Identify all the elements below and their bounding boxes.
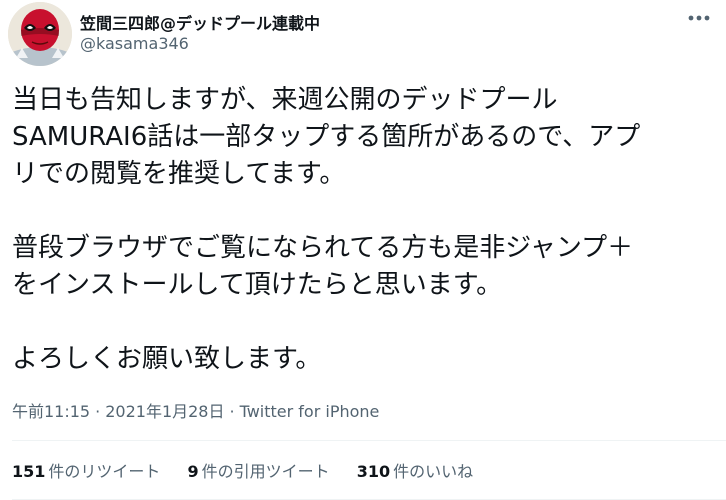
- quotes-count: 9: [187, 462, 199, 481]
- tweet-paragraph: 当日も告知しますが、来週公開のデッドプール SAMURAI6話は一部タップする箇…: [12, 82, 712, 193]
- avatar[interactable]: [8, 2, 72, 66]
- quotes-label: 件の引用ツイート: [201, 462, 330, 481]
- tweet-stats: 151 件のリツイート 9 件の引用ツイート 310 件のいいね: [12, 458, 495, 482]
- tweet-line: SAMURAI6話は一部タップする箇所があるので、アプ: [12, 122, 641, 152]
- divider: [12, 440, 726, 441]
- more-button[interactable]: [682, 6, 716, 30]
- meta-separator: ·: [95, 402, 101, 421]
- tweet-meta: 午前11:15 · 2021年1月28日 · Twitter for iPhone: [12, 398, 379, 422]
- more-horizontal-icon: [688, 15, 710, 21]
- tweet-text: 当日も告知しますが、来週公開のデッドプール SAMURAI6話は一部タップする箇…: [12, 82, 712, 378]
- quotes-stat[interactable]: 9 件の引用ツイート: [188, 458, 330, 482]
- likes-stat[interactable]: 310 件のいいね: [357, 458, 473, 482]
- deadpool-avatar-icon: [8, 2, 72, 66]
- tweet-date: 2021年1月28日: [105, 402, 225, 421]
- tweet-paragraph: よろしくお願い致します。: [12, 341, 712, 378]
- tweet-line: リでの閲覧を推奨してます。: [12, 159, 346, 189]
- tweet-line: 普段ブラウザでご覧になられてる方も是非ジャンプ＋: [12, 233, 634, 263]
- retweets-count: 151: [12, 462, 46, 481]
- tweet-paragraph: 普段ブラウザでご覧になられてる方も是非ジャンプ＋ をインストールして頂けたらと思…: [12, 230, 712, 304]
- meta-separator: ·: [229, 402, 235, 421]
- tweet-timestamp[interactable]: 午前11:15 · 2021年1月28日: [12, 402, 224, 421]
- likes-count: 310: [356, 462, 391, 481]
- author-display-name[interactable]: 笠間三四郎@デッドプール連載中: [80, 10, 320, 34]
- retweets-label: 件のリツイート: [48, 462, 161, 481]
- tweet-line: をインストールして頂けたらと思います。: [12, 270, 503, 300]
- retweets-stat[interactable]: 151 件のリツイート: [12, 458, 160, 482]
- tweet-source[interactable]: Twitter for iPhone: [240, 402, 380, 421]
- likes-label: 件のいいね: [393, 462, 474, 481]
- author-handle[interactable]: @kasama346: [80, 34, 189, 53]
- tweet-line: 当日も告知しますが、来週公開のデッドプール: [12, 85, 558, 115]
- tweet-line: よろしくお願い致します。: [12, 344, 322, 374]
- tweet-time: 午前11:15: [12, 402, 91, 421]
